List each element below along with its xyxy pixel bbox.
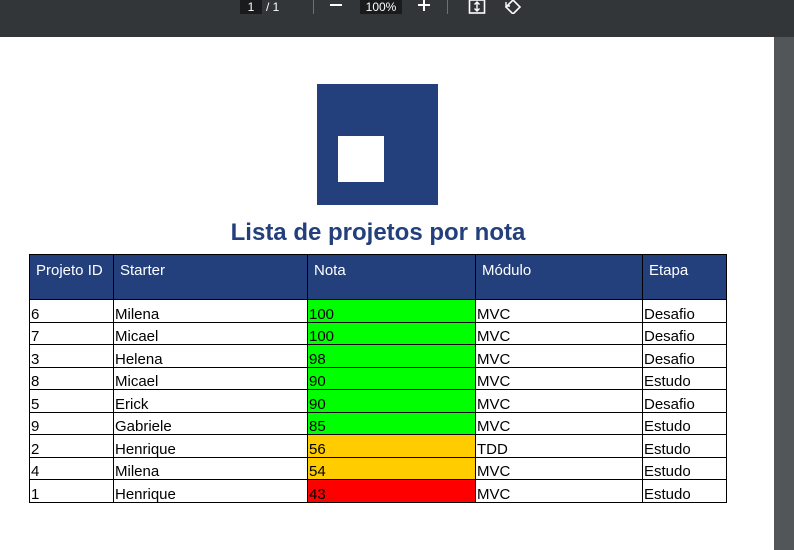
cell-nota: 43	[307, 479, 476, 503]
table-row: 9 Gabriele 85 MVC Estudo	[29, 411, 727, 435]
cell-projeto-id: 4	[29, 456, 114, 480]
page-number-input[interactable]: 1	[240, 0, 262, 14]
cell-modulo: TDD	[475, 434, 643, 458]
table-row: 5 Erick 90 MVC Desafio	[29, 389, 727, 413]
cell-projeto-id: 8	[29, 366, 114, 390]
page-total-label: / 1	[266, 0, 280, 14]
cell-etapa: Estudo	[642, 456, 727, 480]
cell-starter: Helena	[113, 344, 308, 368]
cell-etapa: Estudo	[642, 434, 727, 458]
cell-starter: Milena	[113, 456, 308, 480]
column-header-starter: Starter	[113, 254, 308, 300]
cell-starter: Henrique	[113, 479, 308, 503]
cell-projeto-id: 9	[29, 411, 114, 435]
cell-projeto-id: 2	[29, 434, 114, 458]
cell-starter: Micael	[113, 366, 308, 390]
cell-nota: 54	[307, 456, 476, 480]
pdf-toolbar: 1 / 1 100%	[0, 0, 794, 37]
page-title: Lista de projetos por nota	[230, 219, 526, 246]
cell-nota: 100	[307, 299, 476, 323]
table-header-row: Projeto ID Starter Nota Módulo Etapa	[29, 254, 727, 300]
cell-nota: 90	[307, 389, 476, 413]
table-row: 3 Helena 98 MVC Desafio	[29, 344, 727, 368]
table-row: 2 Henrique 56 TDD Estudo	[29, 434, 727, 458]
cell-etapa: Estudo	[642, 479, 727, 503]
logo-mark	[338, 136, 384, 182]
cell-starter: Micael	[113, 321, 308, 345]
toolbar-divider	[447, 0, 448, 14]
cell-modulo: MVC	[475, 479, 643, 503]
cell-projeto-id: 3	[29, 344, 114, 368]
table-row: 6 Milena 100 MVC Desafio	[29, 299, 727, 323]
cell-nota: 100	[307, 321, 476, 345]
cell-projeto-id: 1	[29, 479, 114, 503]
cell-projeto-id: 7	[29, 321, 114, 345]
cell-projeto-id: 6	[29, 299, 114, 323]
table-row: 4 Milena 54 MVC Estudo	[29, 456, 727, 480]
zoom-out-button[interactable]	[326, 0, 346, 16]
cell-modulo: MVC	[475, 321, 643, 345]
cell-nota: 56	[307, 434, 476, 458]
cell-modulo: MVC	[475, 299, 643, 323]
fit-to-page-button[interactable]	[468, 0, 486, 14]
cell-etapa: Desafio	[642, 389, 727, 413]
plus-icon	[418, 0, 430, 11]
cell-nota: 85	[307, 411, 476, 435]
toolbar-divider	[313, 0, 314, 14]
cell-etapa: Desafio	[642, 299, 727, 323]
cell-etapa: Estudo	[642, 411, 727, 435]
column-header-nota: Nota	[307, 254, 476, 300]
cell-starter: Milena	[113, 299, 308, 323]
fit-to-page-icon	[468, 0, 486, 14]
cell-etapa: Desafio	[642, 321, 727, 345]
rotate-button[interactable]	[504, 0, 522, 16]
column-header-projeto-id: Projeto ID	[29, 254, 114, 300]
pdf-page: Lista de projetos por nota Projeto ID St…	[0, 37, 774, 550]
cell-modulo: MVC	[475, 389, 643, 413]
pdf-viewer: Lista de projetos por nota Projeto ID St…	[0, 37, 774, 550]
cell-nota: 90	[307, 366, 476, 390]
logo	[317, 84, 438, 205]
column-header-etapa: Etapa	[642, 254, 727, 300]
cell-starter: Erick	[113, 389, 308, 413]
rotate-icon	[504, 0, 522, 16]
cell-modulo: MVC	[475, 366, 643, 390]
cell-modulo: MVC	[475, 456, 643, 480]
cell-projeto-id: 5	[29, 389, 114, 413]
zoom-level-input[interactable]: 100%	[360, 0, 402, 14]
projects-table: Projeto ID Starter Nota Módulo Etapa 6 Mi…	[29, 254, 727, 503]
zoom-in-button[interactable]	[414, 0, 434, 16]
cell-etapa: Desafio	[642, 344, 727, 368]
cell-etapa: Estudo	[642, 366, 727, 390]
column-header-modulo: Módulo	[475, 254, 643, 300]
table-row: 1 Henrique 43 MVC Estudo	[29, 479, 727, 503]
scrollbar-track[interactable]	[774, 37, 794, 550]
cell-modulo: MVC	[475, 411, 643, 435]
cell-starter: Henrique	[113, 434, 308, 458]
cell-nota: 98	[307, 344, 476, 368]
cell-modulo: MVC	[475, 344, 643, 368]
table-row: 7 Micael 100 MVC Desafio	[29, 321, 727, 345]
cell-starter: Gabriele	[113, 411, 308, 435]
minus-icon	[330, 4, 342, 6]
table-row: 8 Micael 90 MVC Estudo	[29, 366, 727, 390]
